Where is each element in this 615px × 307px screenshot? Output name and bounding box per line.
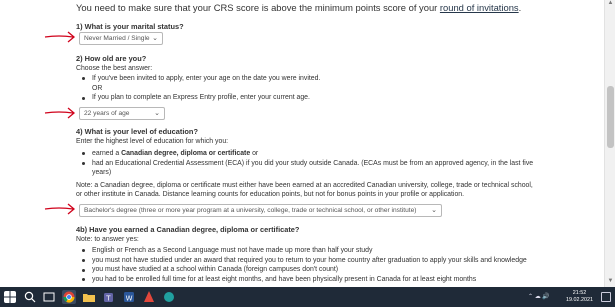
app-icon[interactable] [142,290,156,304]
round-of-invitations-link[interactable]: round of invitations [440,2,519,13]
windows-start-icon[interactable] [4,291,16,303]
marital-status-select[interactable]: Never Married / Single ⌄ [79,32,163,45]
search-icon[interactable] [23,290,37,304]
scrollbar-thumb[interactable] [607,86,614,148]
list-item: you had to be enrolled full time for at … [76,275,527,285]
web-page: You need to make sure that your CRS scor… [0,0,604,287]
list-item-or: OR [92,84,103,92]
question-4-bullets: earned a Canadian degree, diploma or cer… [76,149,533,178]
annotation-arrow-icon [44,107,76,119]
question-4b-title: 4b) Have you earned a Canadian degree, d… [76,225,300,234]
list-item: English or French as a Second Language m… [76,246,527,256]
list-item: you must not have studied under an award… [76,256,527,266]
taskbar: T W ⌃ ☁ 🔊 21:52 19.02.2021 [0,287,615,307]
task-view-icon[interactable] [42,290,56,304]
list-item: earned a Canadian degree, diploma or cer… [76,149,533,159]
chevron-down-icon: ⌄ [152,35,158,42]
scroll-down-icon[interactable]: ▼ [605,278,615,287]
notifications-icon[interactable] [601,292,611,302]
question-4b-instruction: Note: to answer yes: [76,236,139,243]
list-item: If you've been invited to apply, enter y… [76,74,320,84]
question-4-instruction: Enter the highest level of education for… [76,138,229,145]
system-tray-icons[interactable]: ⌃ ☁ 🔊 [528,293,550,300]
list-item: had an Educational Credential Assessment… [76,159,533,169]
list-item-continuation: years) [92,169,112,177]
svg-text:T: T [105,295,111,303]
chevron-down-icon: ⌄ [154,110,160,117]
question-4-note-line-2: or other institute in Canada. Distance l… [76,191,465,198]
question-2-bullets: If you've been invited to apply, enter y… [76,74,320,103]
chevron-down-icon: ⌄ [431,207,437,214]
word-icon[interactable]: W [122,290,136,304]
chrome-icon[interactable] [62,290,76,304]
intro-text: You need to make sure that your CRS scor… [76,2,522,13]
question-4b-bullets: English or French as a Second Language m… [76,246,527,284]
teams-icon[interactable]: T [102,290,116,304]
app-icon[interactable] [162,290,176,304]
vertical-scrollbar[interactable]: ▲ ▼ [604,0,615,287]
scroll-up-icon[interactable]: ▲ [605,0,615,9]
question-2-title: 2) How old are you? [76,54,147,63]
list-item: you must have studied at a school within… [76,265,527,275]
annotation-arrow-icon [44,31,76,43]
question-4-note-line-1: Note: a Canadian degree, diploma or cert… [76,182,533,189]
age-select[interactable]: 22 years of age ⌄ [79,107,165,120]
svg-text:W: W [126,294,133,302]
education-level-select[interactable]: Bachelor's degree (three or more year pr… [79,204,442,217]
file-explorer-icon[interactable] [82,290,96,304]
list-item: If you plan to complete an Express Entry… [76,93,320,103]
taskbar-clock[interactable]: 21:52 19.02.2021 [566,290,593,304]
question-4-title: 4) What is your level of education? [76,127,198,136]
annotation-arrow-icon [44,203,76,215]
question-2-instruction: Choose the best answer: [76,65,153,72]
question-1-title: 1) What is your marital status? [76,22,184,31]
